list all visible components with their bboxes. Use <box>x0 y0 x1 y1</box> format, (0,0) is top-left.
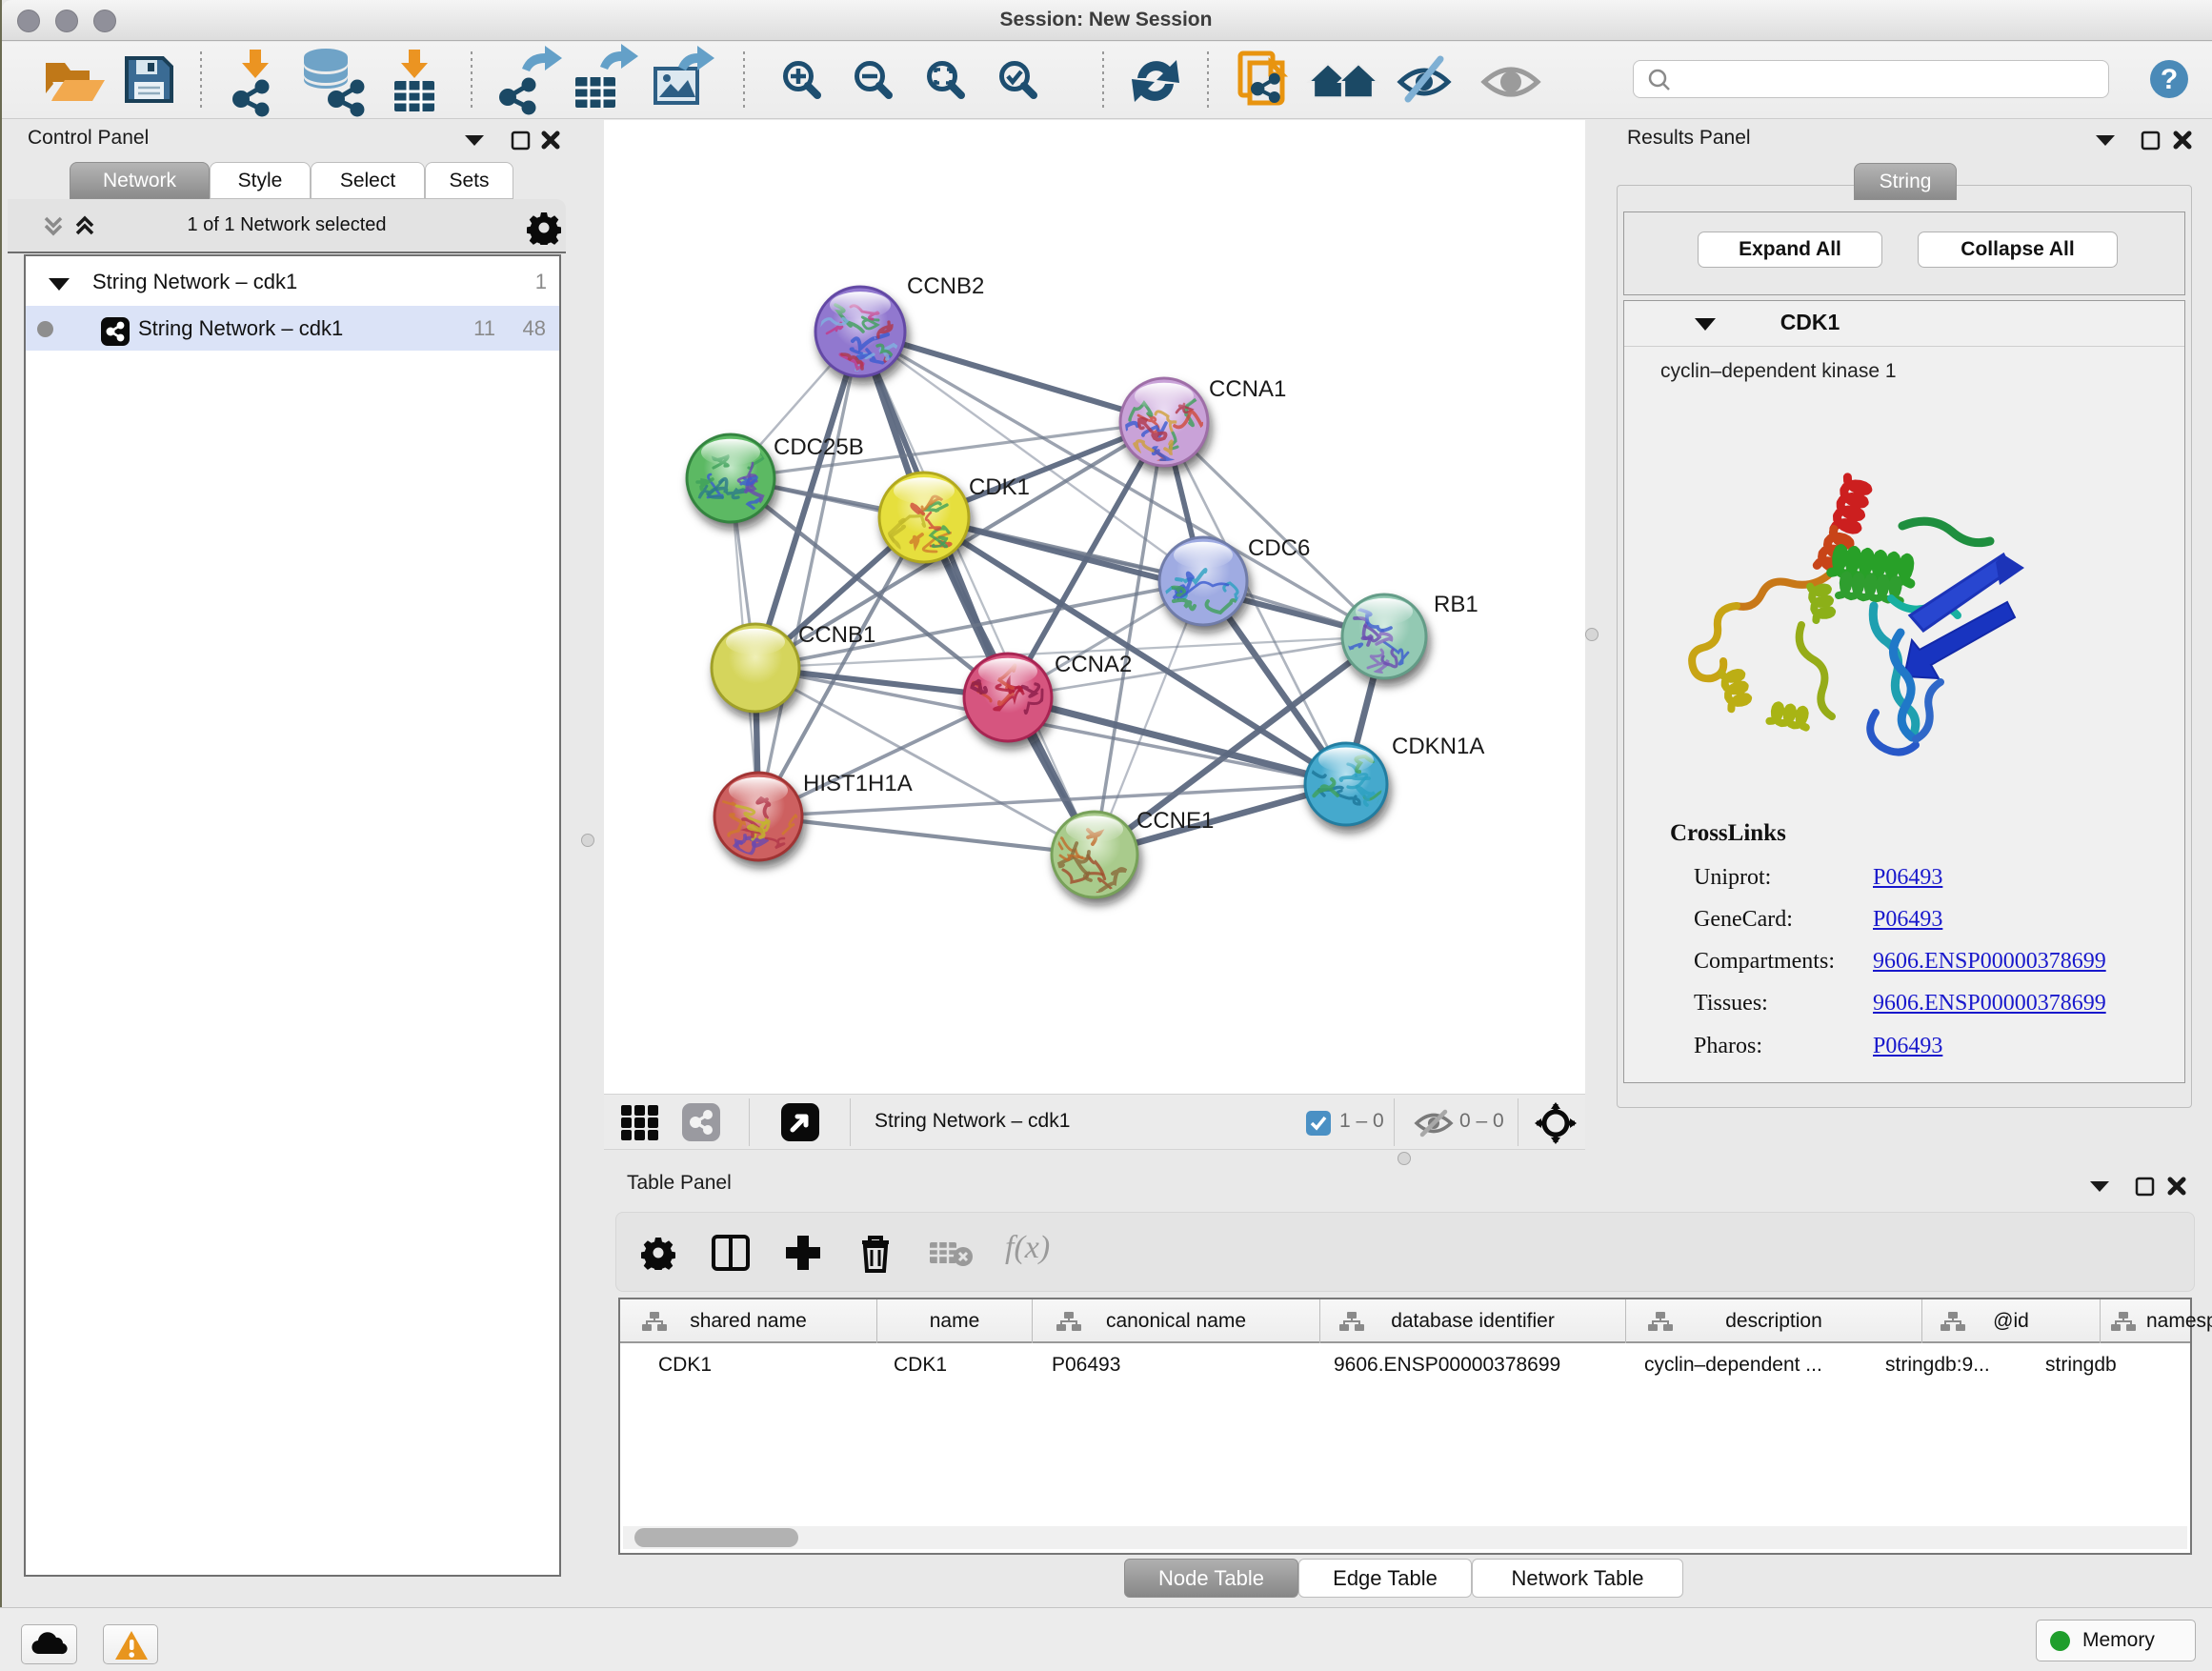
svg-text:CDKN1A: CDKN1A <box>1392 734 1484 759</box>
svg-text:CCNE1: CCNE1 <box>1136 808 1214 834</box>
svg-text:RB1: RB1 <box>1434 592 1478 617</box>
svg-text:CCNB2: CCNB2 <box>907 273 984 299</box>
svg-text:CDC25B: CDC25B <box>774 434 864 460</box>
svg-text:CDK1: CDK1 <box>969 474 1030 500</box>
svg-text:CDC6: CDC6 <box>1248 535 1310 561</box>
svg-text:HIST1H1A: HIST1H1A <box>803 771 913 796</box>
svg-text:?: ? <box>2161 64 2178 95</box>
svg-text:CCNB1: CCNB1 <box>798 622 875 648</box>
svg-text:CCNA2: CCNA2 <box>1055 652 1132 677</box>
svg-text:CCNA1: CCNA1 <box>1209 376 1286 402</box>
